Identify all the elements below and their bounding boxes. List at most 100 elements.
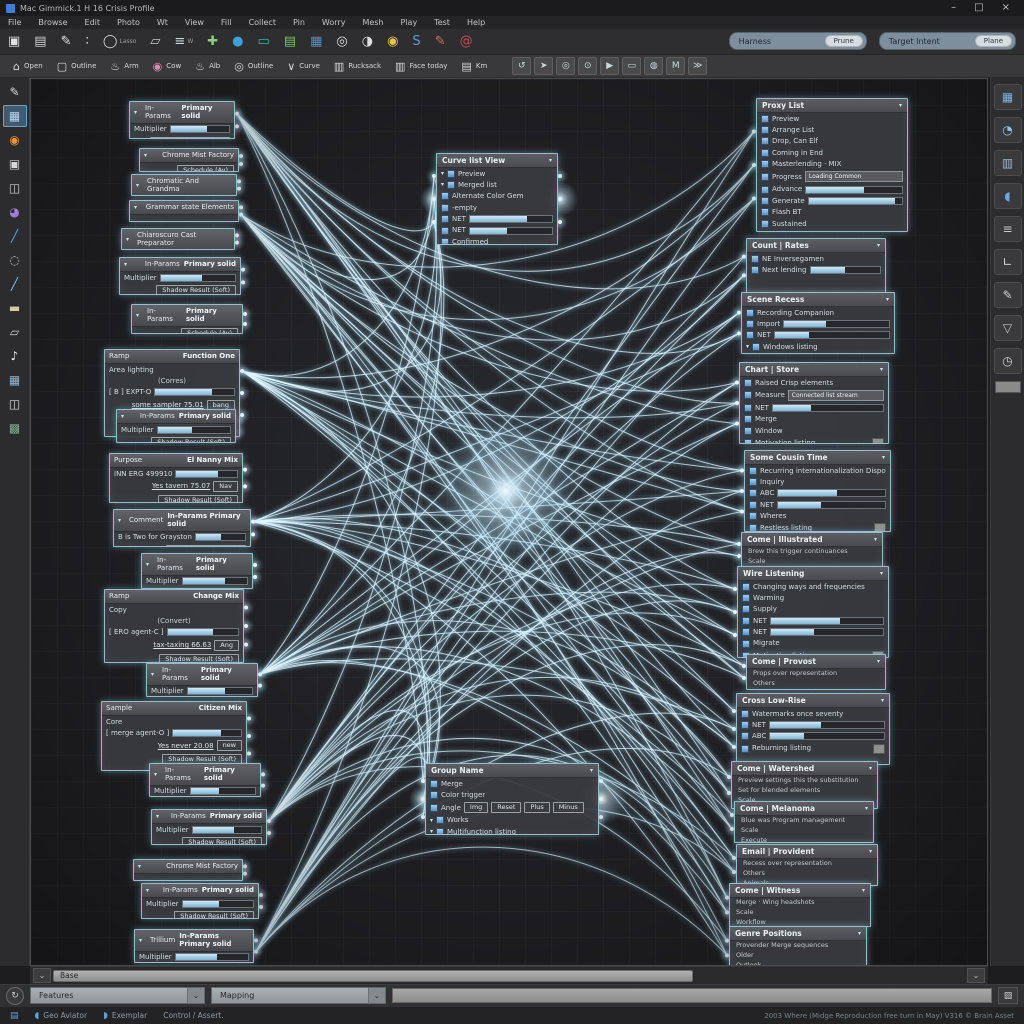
menu-item-file[interactable]: File xyxy=(8,18,21,27)
sphere-tool-icon[interactable]: ◕ xyxy=(3,201,27,223)
panel-swatch[interactable] xyxy=(995,381,1021,393)
value-bar[interactable] xyxy=(167,628,239,636)
node-graph-canvas[interactable]: ▾In-ParamsPrimary solidMultiplierShadow … xyxy=(30,78,988,966)
node-titlebar[interactable]: Group Name▾ xyxy=(426,764,598,778)
menu-item-collect[interactable]: Collect xyxy=(249,18,276,27)
node-button[interactable]: Shadow Result (Soft) xyxy=(151,437,231,443)
search-go-button[interactable]: Plane xyxy=(975,35,1012,47)
scroll-left-dropdown[interactable]: ⌄ xyxy=(33,968,51,983)
node-titlebar[interactable]: Scene Recess▾ xyxy=(742,293,894,307)
node-mini-button[interactable]: new xyxy=(217,740,242,751)
wand-icon[interactable]: ✚ xyxy=(207,35,218,48)
row-bar[interactable] xyxy=(805,186,903,194)
node-titlebar[interactable]: Come | Witness▾ xyxy=(730,884,870,898)
node-note[interactable]: Come | Melanoma▾Blue was Program managem… xyxy=(734,801,874,843)
row-bar[interactable] xyxy=(770,628,884,636)
green-swatch-icon[interactable]: ▩ xyxy=(3,417,27,439)
node-header[interactable]: ▾Chrome Mist Factory xyxy=(134,860,242,874)
value-bar[interactable] xyxy=(175,470,238,478)
mic-tool-icon[interactable]: ♪ xyxy=(3,345,27,367)
menu-item-play[interactable]: Play xyxy=(401,18,418,27)
node-note[interactable]: Come | Witness▾Merge · Wing headshotsSca… xyxy=(729,883,871,927)
node-titlebar[interactable]: Come | Melanoma▾ xyxy=(735,802,873,816)
curve-button[interactable]: ∨Curve xyxy=(284,59,327,74)
search-value[interactable]: Harness xyxy=(739,37,817,46)
history-panel-icon[interactable]: ◷ xyxy=(994,348,1022,374)
row-input[interactable]: Loading Common xyxy=(805,171,903,182)
search-value[interactable]: Target Intent xyxy=(889,37,967,46)
marker-toggle[interactable]: M xyxy=(666,57,685,75)
slider[interactable] xyxy=(182,577,248,585)
head-tool-icon[interactable]: ✎ xyxy=(3,81,27,103)
node-param[interactable]: ▾In-ParamsPrimary solidMultiplierShadow … xyxy=(151,809,267,845)
node-large[interactable]: PurposeEl Nanny MixINN ERG 499910Yes tav… xyxy=(109,453,243,503)
node-titlebar[interactable]: Come | Provost▾ xyxy=(747,655,885,669)
node-titlebar[interactable]: Genre Positions▾ xyxy=(730,927,866,941)
node-button-img[interactable]: Img xyxy=(464,802,488,813)
record-toggle[interactable]: ◍ xyxy=(644,57,663,75)
list-panel-icon[interactable]: ≡ xyxy=(994,216,1022,242)
stack-icon[interactable]: ≡W xyxy=(174,35,193,48)
node-button[interactable]: Shadow Result (Soft) xyxy=(150,137,230,139)
node-button-reset[interactable]: Reset xyxy=(491,802,521,813)
node-mini-button[interactable]: Nav xyxy=(213,481,238,492)
menu-item-photo[interactable]: Photo xyxy=(117,18,140,27)
face-today-button[interactable]: ▥Face today xyxy=(392,59,454,74)
node-header[interactable]: ▾In-ParamsPrimary solid xyxy=(150,764,260,786)
node-titlebar[interactable]: Count | Rates▾ xyxy=(747,239,885,253)
image-tool-icon[interactable]: ▣ xyxy=(3,153,27,175)
row-bar[interactable] xyxy=(783,320,890,328)
row-bar[interactable] xyxy=(777,489,886,497)
node-header[interactable]: ▾Grammar state Elements xyxy=(130,201,238,215)
node-note[interactable]: Email | Provident▾Recess over representa… xyxy=(736,844,878,886)
node-header[interactable]: ▾In-ParamsPrimary solid xyxy=(120,258,240,272)
node-header[interactable]: ▾Chromatic And Grandma xyxy=(132,175,236,196)
cursor-toggle[interactable]: ➤ xyxy=(534,57,553,75)
node-titlebar[interactable]: Come | Illustrated▾ xyxy=(742,533,882,547)
node-mini[interactable]: ▾Chiaroscuro Cast Preparator xyxy=(121,228,235,250)
minimize-button[interactable]: – xyxy=(951,3,956,13)
alb-button[interactable]: ♨Alb xyxy=(192,59,227,74)
node-header[interactable]: ▾In-ParamsPrimary solid xyxy=(142,884,258,898)
slider[interactable] xyxy=(192,826,262,834)
node-header[interactable]: RampChange Mix xyxy=(105,590,243,604)
node-header[interactable]: ▾In-ParamsPrimary solid xyxy=(132,305,242,327)
save-icon[interactable]: ▤ xyxy=(34,35,46,48)
value-bar[interactable] xyxy=(195,533,246,541)
node-param[interactable]: ▾TrilliumIn-Params Primary solidMultipli… xyxy=(134,929,254,963)
node-param[interactable]: ▾In-ParamsPrimary solidMultiplierShadow … xyxy=(119,257,241,295)
node-list[interactable]: Scene Recess▾Recording CompanionImportNE… xyxy=(741,292,895,354)
donut-icon[interactable]: ◉ xyxy=(387,35,398,48)
outline-button[interactable]: ▢Outline xyxy=(54,59,104,74)
outline2-button[interactable]: ◎Outline xyxy=(231,59,280,74)
lasso-icon[interactable]: ◯Lasso xyxy=(103,35,137,48)
contrast-icon[interactable]: ◑ xyxy=(362,35,373,48)
value-bar[interactable] xyxy=(154,388,235,396)
inspect-toggle[interactable]: ⊙ xyxy=(578,57,597,75)
node-mini[interactable]: ▾Chrome Mist FactorySchedule (Ay) xyxy=(139,148,239,172)
rucksack-button[interactable]: ▥Rucksack xyxy=(331,59,388,74)
row-input[interactable]: Connected list stream xyxy=(788,390,884,401)
value-bar[interactable] xyxy=(392,988,992,1003)
node-header[interactable]: ▾In-ParamsPrimary solid xyxy=(130,102,234,124)
slider[interactable] xyxy=(190,787,256,795)
node-mini-button[interactable]: Ang xyxy=(214,640,239,651)
spiral-icon[interactable]: S xyxy=(412,35,420,48)
node-large[interactable]: RampChange MixCopy(Convert)[ ERO agent-C… xyxy=(104,589,244,663)
screen-tool-icon[interactable]: ▦ xyxy=(3,105,27,127)
node-header[interactable]: ▾Chiaroscuro Cast Preparator xyxy=(122,229,234,250)
layers-icon[interactable]: ▤ xyxy=(284,35,296,48)
brush-panel-icon[interactable]: ✎ xyxy=(994,282,1022,308)
search-field-harness[interactable]: Harness Prune xyxy=(729,32,867,50)
node-header[interactable]: ▾CommentIn-Params Primary solid xyxy=(114,510,250,532)
node-header[interactable]: RampFunction One xyxy=(105,350,239,364)
menu-item-help[interactable]: Help xyxy=(467,18,485,27)
node-param[interactable]: ▾CommentIn-Params Primary solidB is Two … xyxy=(113,509,251,547)
row-bar[interactable] xyxy=(774,331,890,339)
node-header[interactable]: ▾In-ParamsPrimary solid xyxy=(147,664,257,686)
node-list[interactable]: Chart | Store▾Raised Crisp elementsMeasu… xyxy=(739,362,889,444)
node-titlebar[interactable]: Some Cousin Time▾ xyxy=(745,451,890,465)
node-button[interactable]: Shadow Result (Soft) xyxy=(174,911,254,919)
zoom-icon[interactable]: ◎ xyxy=(336,35,347,48)
node-button-plus[interactable]: Plus xyxy=(524,802,549,813)
